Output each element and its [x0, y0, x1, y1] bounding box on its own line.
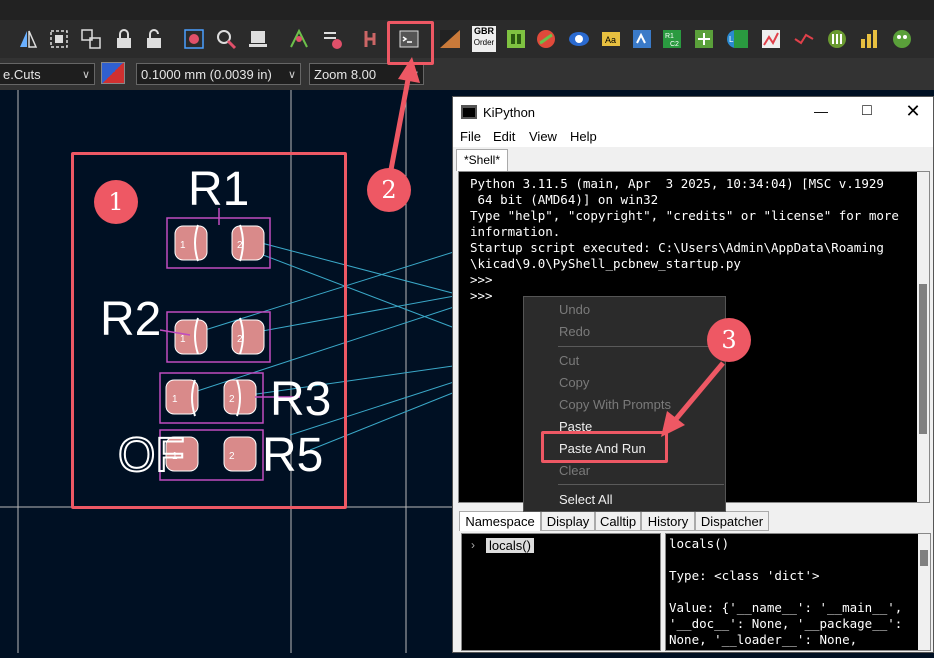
menu-item-redo[interactable]: Redo — [559, 324, 590, 339]
tab-namespace[interactable]: Namespace — [459, 511, 541, 531]
annotation-box-3 — [541, 431, 668, 463]
menu-file[interactable]: File — [460, 129, 481, 144]
group-icon[interactable] — [77, 24, 105, 54]
footprint-editor-icon[interactable] — [358, 24, 386, 54]
shell-line: Startup script executed: C:\Users\Admin\… — [470, 240, 884, 255]
svg-text:C2: C2 — [670, 41, 679, 48]
shell-prompt: >>> — [470, 272, 493, 287]
detail-line: None, '__loader__': None, — [669, 632, 858, 647]
chevron-down-icon: ∨ — [81, 69, 90, 81]
menu-item-cut[interactable]: Cut — [559, 353, 579, 368]
cleanup-icon[interactable] — [180, 24, 208, 54]
minimize-icon[interactable]: — — [811, 103, 831, 121]
kipython-titlebar: KiPython — □ ✕ — [453, 97, 933, 127]
menu-item-clear[interactable]: Clear — [559, 463, 590, 478]
layer-selector-value: e.Cuts — [3, 67, 41, 82]
order-label: Order — [473, 38, 495, 47]
layer-pair-icon[interactable] — [101, 62, 125, 84]
lock-icon[interactable] — [110, 24, 138, 54]
scrollbar-thumb[interactable] — [919, 284, 927, 434]
shell-prompt: >>> — [470, 288, 493, 303]
fabrication-icon[interactable] — [436, 24, 464, 54]
chevron-down-icon: ∨ — [287, 69, 296, 81]
scrollbar-thumb[interactable] — [920, 550, 928, 566]
layout-icon[interactable] — [565, 24, 593, 54]
text-icon[interactable] — [628, 24, 656, 54]
menu-view[interactable]: View — [529, 129, 557, 144]
shell-line: information. — [470, 224, 561, 239]
menu-edit[interactable]: Edit — [493, 129, 515, 144]
detail-line: Value: {'__name__': '__main__', — [669, 600, 903, 615]
layer-selector[interactable]: e.Cuts ∨ — [0, 63, 95, 85]
main-toolbar: GBROrder Aa R1C2 LC — [0, 0, 934, 58]
annotation-badge-2: 2 — [367, 168, 411, 212]
board-setup-icon[interactable] — [244, 24, 272, 54]
gbr-label: GBR — [474, 26, 494, 36]
grid-selector[interactable]: 0.1000 mm (0.0039 in) ∨ — [136, 63, 301, 85]
detail-pane[interactable]: locals() Type: <class 'dict'> Value: {'_… — [665, 533, 931, 651]
detail-scrollbar[interactable] — [918, 534, 930, 650]
grid-selector-value: 0.1000 mm (0.0039 in) — [141, 67, 272, 82]
zoom-selector-value: Zoom 8.00 — [314, 67, 377, 82]
shell-line: \kicad\9.0\PyShell_pcbnew_startup.py — [470, 256, 741, 271]
shell-line: 64 bit (AMD64)] on win32 — [470, 192, 659, 207]
menu-item-undo[interactable]: Undo — [559, 302, 590, 317]
window-title: KiPython — [483, 105, 536, 120]
hierarchy-icon[interactable] — [727, 24, 755, 54]
detail-line: '__doc__': None, '__package__': — [669, 616, 903, 631]
tab-calltip[interactable]: Calltip — [595, 511, 641, 531]
namespace-item[interactable]: locals() — [486, 538, 534, 553]
pcb-calc-icon[interactable] — [888, 24, 916, 54]
tab-dispatcher[interactable]: Dispatcher — [695, 511, 769, 531]
unlock-icon[interactable] — [140, 24, 168, 54]
namespace-tree[interactable]: › locals() — [461, 533, 661, 651]
maximize-icon[interactable]: □ — [857, 102, 877, 120]
annotation-arrow-3 — [661, 361, 725, 437]
detail-line: locals() — [669, 536, 730, 551]
annotation-badge-3: 3 — [707, 318, 751, 362]
kipython-menubar: File Edit View Help — [453, 127, 933, 147]
drc-icon[interactable] — [318, 24, 346, 54]
track-icon[interactable] — [790, 24, 818, 54]
router-icon[interactable] — [757, 24, 785, 54]
plugin-icon[interactable]: R1 C2 — [658, 24, 686, 54]
plugin2-icon[interactable] — [690, 24, 718, 54]
menu-item-select-all[interactable]: Select All — [559, 492, 612, 507]
jlc-icon[interactable] — [532, 24, 560, 54]
shell-scrollbar[interactable] — [917, 172, 929, 502]
shell-line: Type "help", "copyright", "credits" or "… — [470, 208, 899, 223]
menu-separator — [558, 346, 724, 347]
annotation-arrow-2 — [387, 57, 420, 176]
menu-help[interactable]: Help — [570, 129, 597, 144]
tab-display[interactable]: Display — [541, 511, 595, 531]
menu-item-copy[interactable]: Copy — [559, 375, 589, 390]
menu-separator — [558, 484, 724, 485]
select-box-icon[interactable] — [45, 24, 73, 54]
close-icon[interactable]: ✕ — [903, 101, 923, 121]
tab-history[interactable]: History — [641, 511, 695, 531]
expand-arrow-icon[interactable]: › — [471, 538, 475, 552]
detail-line: Type: <class 'dict'> — [669, 568, 820, 583]
svg-text:Aa: Aa — [605, 35, 616, 45]
mirror-icon[interactable] — [14, 24, 42, 54]
gerber-order-icon[interactable]: GBR Order — [470, 24, 498, 54]
gerber-order-badge: GBR Order — [472, 26, 496, 52]
svg-text:R1: R1 — [665, 33, 674, 40]
panelize-icon[interactable] — [823, 24, 851, 54]
chart-icon[interactable] — [855, 24, 883, 54]
3d-viewer-icon[interactable]: Aa — [597, 24, 625, 54]
app-icon — [461, 105, 477, 119]
netlist-icon[interactable] — [285, 24, 313, 54]
shell-line: Python 3.11.5 (main, Apr 3 2025, 10:34:0… — [470, 176, 884, 191]
bom-icon[interactable] — [502, 24, 530, 54]
annotation-badge-1: 1 — [94, 180, 138, 224]
tab-shell[interactable]: *Shell* — [456, 149, 508, 171]
toolbar-top-band — [0, 0, 934, 20]
inspect-icon[interactable] — [212, 24, 240, 54]
